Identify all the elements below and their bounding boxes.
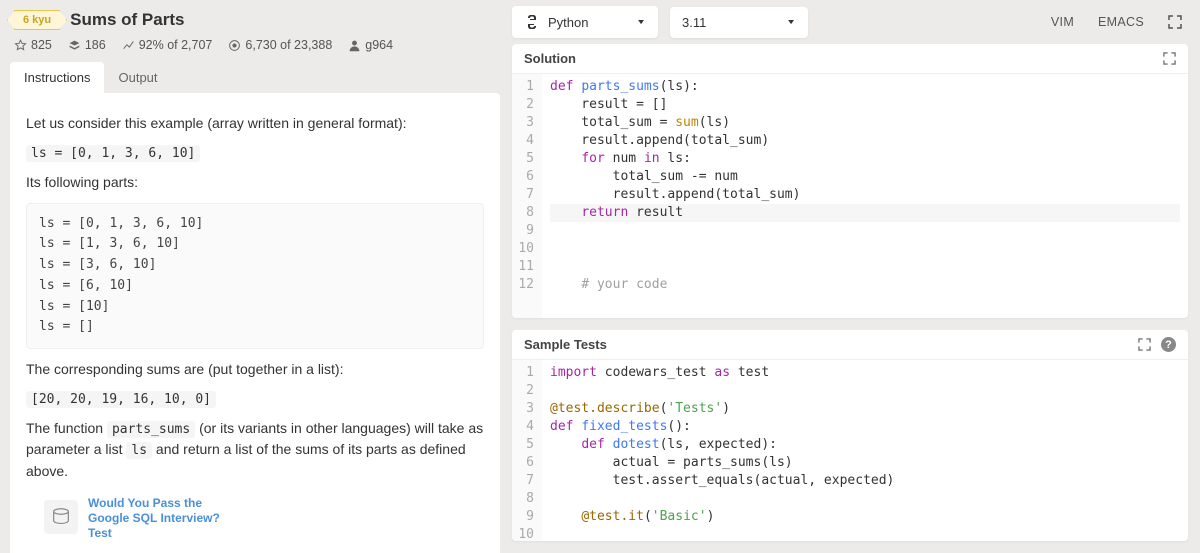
code-area[interactable]: import codewars_test as test @test.descr… [542, 360, 1188, 541]
code-block: ls = [0, 1, 3, 6, 10] ls = [1, 3, 6, 10]… [26, 203, 484, 350]
tabs: Instructions Output [0, 58, 506, 93]
star-icon [14, 39, 27, 52]
python-icon [524, 14, 540, 30]
chart-icon [122, 39, 135, 52]
code-inline: ls = [0, 1, 3, 6, 10] [26, 145, 200, 162]
target-icon [228, 39, 241, 52]
stat-completed[interactable]: 6,730 of 23,388 [228, 38, 332, 52]
solution-editor[interactable]: 123456789101112 def parts_sums(ls): resu… [512, 74, 1188, 318]
stat-collections[interactable]: 186 [68, 38, 106, 52]
line-gutter: 12345678910 [512, 360, 542, 541]
tab-instructions[interactable]: Instructions [10, 62, 104, 93]
code-inline: [20, 20, 19, 16, 10, 0] [26, 391, 216, 408]
tests-section: Sample Tests ? 12345678910 import codewa… [512, 330, 1188, 541]
stars-count: 825 [31, 38, 52, 52]
line-gutter: 123456789101112 [512, 74, 542, 318]
kyu-badge: 6 kyu [14, 10, 60, 30]
user-icon [348, 39, 361, 52]
solution-title: Solution [524, 51, 576, 66]
vim-mode-button[interactable]: VIM [1045, 11, 1080, 33]
stat-author[interactable]: g964 [348, 38, 393, 52]
tests-title: Sample Tests [524, 337, 607, 352]
satisfaction-text: 92% of 2,707 [139, 38, 213, 52]
para: The function parts_sums (or its variants… [26, 418, 484, 482]
code-area[interactable]: def parts_sums(ls): result = [] total_su… [542, 74, 1188, 318]
ad-text: Would You Pass the Google SQL Interview?… [88, 496, 238, 541]
instructions-content[interactable]: Let us consider this example (array writ… [10, 93, 500, 553]
kata-title: Sums of Parts [70, 10, 184, 30]
version-dropdown[interactable]: 3.11 ▼ [670, 7, 808, 38]
fullscreen-button[interactable] [1162, 11, 1188, 33]
fullscreen-button[interactable] [1138, 338, 1151, 351]
para: Its following parts: [26, 172, 484, 193]
completed-text: 6,730 of 23,388 [245, 38, 332, 52]
chevron-down-icon: ▼ [786, 18, 796, 26]
kata-header: 6 kyu Sums of Parts 825 186 92% of 2,707 [0, 0, 506, 58]
editor-toolbar: Python ▼ 3.11 ▼ VIM EMACS [512, 2, 1188, 44]
instructions-panel: Let us consider this example (array writ… [10, 93, 500, 553]
language-dropdown[interactable]: Python ▼ [512, 6, 658, 38]
layers-icon [68, 39, 81, 52]
chevron-down-icon: ▼ [636, 18, 646, 26]
language-label: Python [548, 15, 588, 30]
ad-banner[interactable]: Would You Pass the Google SQL Interview?… [26, 490, 484, 541]
help-icon[interactable]: ? [1161, 337, 1176, 352]
sql-icon [44, 500, 78, 534]
version-label: 3.11 [682, 15, 706, 30]
stat-satisfaction[interactable]: 92% of 2,707 [122, 38, 213, 52]
fullscreen-button[interactable] [1163, 52, 1176, 65]
expand-icon [1163, 52, 1176, 65]
collections-count: 186 [85, 38, 106, 52]
para: The corresponding sums are (put together… [26, 359, 484, 380]
stat-stars[interactable]: 825 [14, 38, 52, 52]
expand-icon [1138, 338, 1151, 351]
author-name: g964 [365, 38, 393, 52]
tests-editor[interactable]: 12345678910 import codewars_test as test… [512, 360, 1188, 541]
para: Let us consider this example (array writ… [26, 113, 484, 134]
tab-output[interactable]: Output [104, 62, 171, 93]
solution-section: Solution 123456789101112 def parts_sums(… [512, 44, 1188, 318]
emacs-mode-button[interactable]: EMACS [1092, 11, 1150, 33]
expand-icon [1168, 15, 1182, 29]
